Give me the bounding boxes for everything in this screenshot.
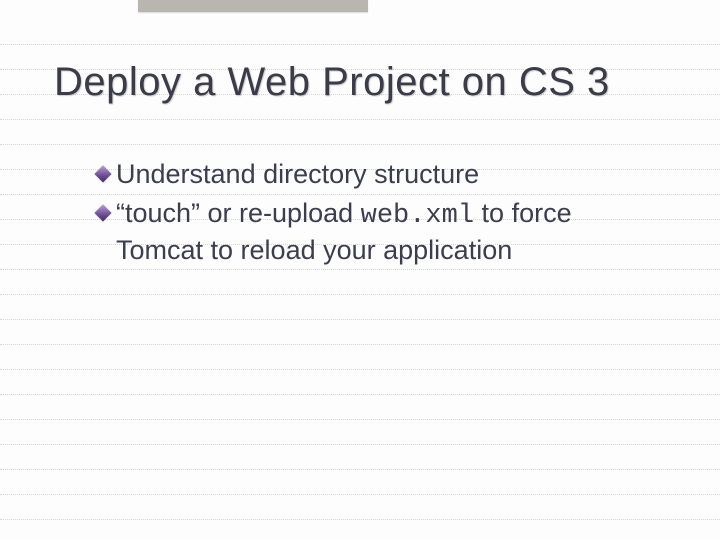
slide-title: Deploy a Web Project on CS 3: [54, 60, 680, 105]
diamond-bullet-icon: [96, 206, 110, 220]
list-item-text: “touch” or re-upload web.xml to force To…: [116, 197, 660, 268]
list-item-text: Understand directory structure: [116, 158, 660, 195]
diamond-bullet-icon: [96, 167, 110, 181]
slide-body: Understand directory structure “touch” o…: [96, 158, 660, 269]
slide: Deploy a Web Project on CS 3 Understand …: [0, 0, 720, 540]
list-item-code: web.xml: [361, 201, 474, 231]
list-item: Understand directory structure: [96, 158, 660, 195]
list-item-text-pre: Understand directory structure: [116, 159, 479, 189]
list-item-text-pre: “touch” or re-upload: [116, 198, 361, 228]
list-item: “touch” or re-upload web.xml to force To…: [96, 197, 660, 268]
decorative-top-bar: [138, 0, 368, 12]
